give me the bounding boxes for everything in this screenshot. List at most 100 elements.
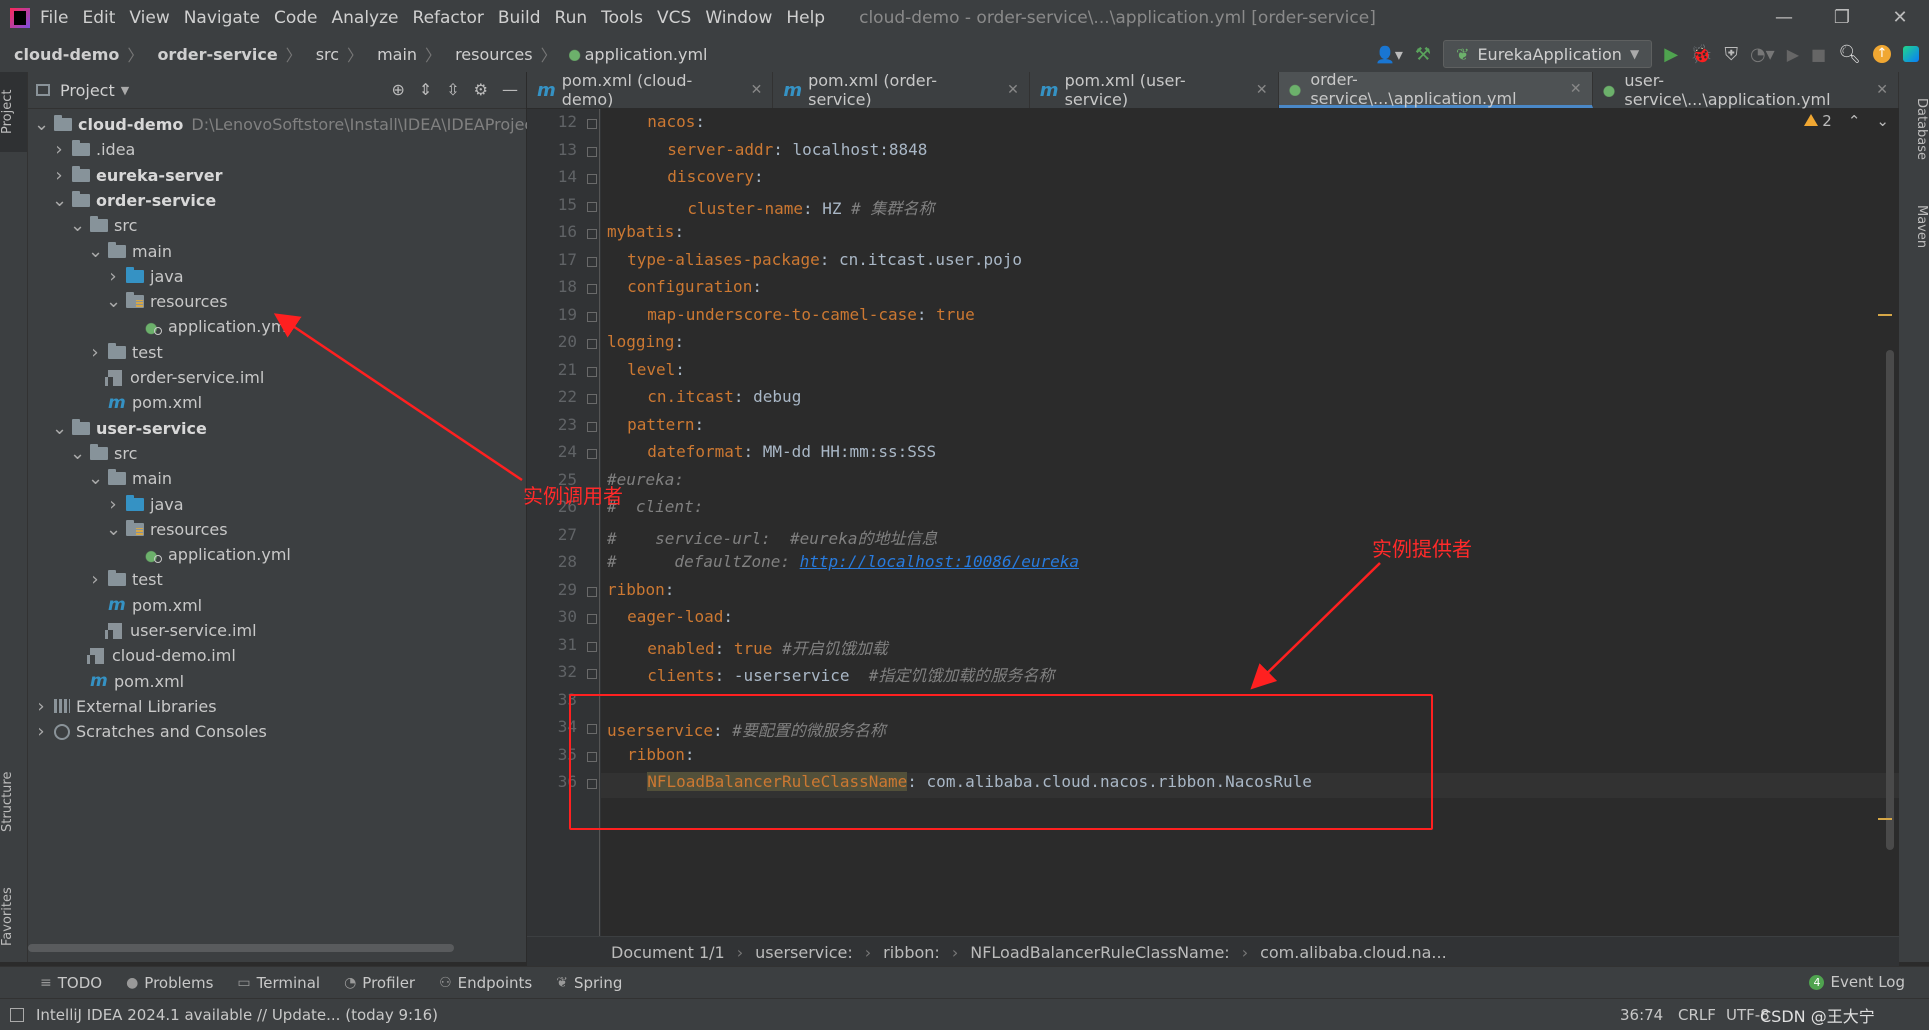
menu-item-navigate[interactable]: Navigate — [184, 8, 260, 28]
event-log-button[interactable]: 4 Event Log — [1809, 973, 1905, 991]
tree-item[interactable]: cloud-demo.iml — [70, 643, 236, 668]
fold-marker-icon[interactable] — [587, 339, 597, 349]
editor-breadcrumb-item[interactable]: userservice: — [755, 943, 853, 962]
editor-breadcrumb-item[interactable]: NFLoadBalancerRuleClassName: — [970, 943, 1229, 962]
run-configuration-dropdown[interactable]: ❦ EurekaApplication ▼ — [1443, 40, 1653, 68]
editor-tab[interactable]: m pom.xml (user-service) ✕ — [1030, 71, 1279, 109]
tree-item[interactable]: application.yml — [124, 542, 291, 567]
menu-item-help[interactable]: Help — [786, 8, 825, 28]
editor-tab[interactable]: order-service\...\application.yml ✕ — [1278, 70, 1593, 108]
fold-marker-icon[interactable] — [587, 586, 597, 597]
fold-marker-icon[interactable] — [587, 394, 597, 404]
project-scrollbar[interactable] — [28, 944, 454, 952]
tree-item[interactable]: ⌄ main — [88, 239, 172, 264]
fold-marker-icon[interactable] — [587, 284, 597, 294]
close-icon[interactable]: ✕ — [1570, 81, 1582, 97]
tool-window-terminal[interactable]: ▭ Terminal — [237, 974, 320, 992]
jetbrains-icon[interactable] — [1903, 46, 1919, 62]
fold-marker-icon[interactable] — [587, 256, 597, 267]
breadcrumb-item[interactable]: resources — [455, 45, 533, 64]
tool-window-profiler[interactable]: ◔ Profiler — [344, 974, 415, 992]
tree-item[interactable]: › .idea — [52, 137, 135, 162]
tree-item[interactable]: › java — [106, 492, 183, 517]
project-panel-title[interactable]: Project — [60, 81, 115, 100]
chevron-down-icon[interactable]: ⌄ — [52, 418, 67, 439]
tree-item[interactable]: ⌄ src — [70, 213, 137, 238]
editor-scrollbar[interactable] — [1886, 350, 1894, 850]
tool-window-endpoints[interactable]: ⚇ Endpoints — [439, 974, 532, 992]
close-icon[interactable]: ✕ — [1256, 82, 1268, 98]
chevron-right-icon[interactable]: › — [106, 494, 120, 515]
fold-marker-icon[interactable] — [587, 119, 597, 129]
menu-item-run[interactable]: Run — [555, 8, 588, 28]
debug-icon[interactable]: 🐞 — [1690, 44, 1712, 65]
editor-tab[interactable]: user-service\...\application.yml ✕ — [1593, 71, 1899, 109]
tree-item[interactable]: m pom.xml — [88, 390, 202, 415]
menu-item-file[interactable]: File — [40, 8, 68, 28]
menu-item-build[interactable]: Build — [498, 8, 541, 28]
coverage-icon[interactable]: ⛨ — [1724, 44, 1738, 65]
editor-breadcrumb-item[interactable]: com.alibaba.cloud.na... — [1260, 943, 1447, 962]
editor-tab[interactable]: m pom.xml (cloud-demo) ✕ — [527, 71, 774, 109]
chevron-up-icon[interactable]: ⌃ — [1848, 112, 1861, 130]
minimize-icon[interactable]: — — [1755, 0, 1813, 36]
chevron-right-icon[interactable]: › — [34, 721, 48, 742]
tab-database-side[interactable]: Database — [1899, 84, 1929, 174]
fold-marker-icon[interactable] — [587, 229, 597, 239]
tree-item[interactable]: ⌄ resources — [106, 289, 228, 314]
fold-marker-icon[interactable] — [587, 421, 597, 432]
tool-window-problems[interactable]: ● Problems — [126, 974, 213, 992]
tree-item[interactable]: › Scratches and Consoles — [34, 719, 266, 744]
chevron-down-icon[interactable]: ⌄ — [52, 190, 67, 211]
editor-breadcrumb-item[interactable]: Document 1/1 — [611, 943, 725, 962]
gear-icon[interactable]: ⚙ — [474, 80, 488, 99]
update-icon[interactable]: ↑ — [1873, 45, 1891, 63]
breadcrumb-item[interactable]: application.yml — [585, 45, 708, 64]
close-icon[interactable]: ✕ — [1876, 82, 1888, 98]
chevron-right-icon[interactable]: › — [88, 342, 102, 363]
tree-item[interactable]: ⌄ user-service — [52, 416, 207, 441]
tree-item[interactable]: › eureka-server — [52, 163, 222, 188]
collapse-all-icon[interactable]: ⇳ — [446, 80, 459, 99]
tree-item[interactable]: user-service.iml — [88, 618, 257, 643]
fold-marker-icon[interactable] — [587, 201, 597, 212]
resume-icon[interactable]: ▶ — [1787, 45, 1799, 64]
tab-maven-side[interactable]: Maven — [1899, 187, 1929, 267]
tab-project-side[interactable]: Project — [0, 72, 27, 152]
menu-item-tools[interactable]: Tools — [601, 8, 643, 28]
fold-marker-icon[interactable] — [587, 366, 597, 377]
chevron-down-icon[interactable]: ⌄ — [106, 291, 121, 312]
menu-item-code[interactable]: Code — [274, 8, 318, 28]
tab-structure-side[interactable]: Structure — [0, 757, 27, 847]
menu-item-vcs[interactable]: VCS — [657, 8, 691, 28]
tree-item[interactable]: ⌄ cloud-demo D:\LenovoSoftstore\Install\ID… — [34, 112, 558, 137]
breadcrumb-item[interactable]: main — [377, 45, 417, 64]
tree-item[interactable]: ⌄ main — [88, 466, 172, 491]
chevron-right-icon[interactable]: › — [52, 165, 66, 186]
chevron-down-icon[interactable]: ⌄ — [70, 443, 85, 464]
cursor-position[interactable]: 36:74 — [1620, 1006, 1663, 1024]
editor-breadcrumb-item[interactable]: ribbon: — [883, 943, 940, 962]
breadcrumb-item[interactable]: order-service — [157, 45, 277, 64]
tree-item[interactable]: m pom.xml — [88, 593, 202, 618]
menu-item-view[interactable]: View — [129, 8, 169, 28]
warning-count[interactable]: 2 — [1804, 112, 1832, 130]
fold-marker-icon[interactable] — [587, 614, 597, 624]
stop-icon[interactable]: ■ — [1811, 45, 1826, 64]
close-icon[interactable]: ✕ — [1871, 0, 1929, 36]
tab-favorites-side[interactable]: Favorites — [0, 877, 27, 957]
chevron-right-icon[interactable]: › — [52, 139, 66, 160]
fold-marker-icon[interactable] — [587, 449, 597, 459]
locate-icon[interactable]: ⊕ — [391, 80, 404, 99]
tree-item[interactable]: m pom.xml — [70, 669, 184, 694]
status-square-icon[interactable] — [10, 1007, 24, 1022]
tree-item[interactable]: ⌄ order-service — [52, 188, 216, 213]
run-icon[interactable]: ▶ — [1664, 44, 1678, 65]
chevron-down-icon[interactable]: ⌄ — [1876, 112, 1889, 130]
fold-marker-icon[interactable] — [587, 174, 597, 184]
chevron-right-icon[interactable]: › — [106, 266, 120, 287]
tree-item[interactable]: ⌄ resources — [106, 517, 228, 542]
chevron-down-icon[interactable]: ⌄ — [88, 468, 103, 489]
hide-icon[interactable]: — — [502, 80, 518, 99]
tree-item[interactable]: › External Libraries — [34, 694, 216, 719]
